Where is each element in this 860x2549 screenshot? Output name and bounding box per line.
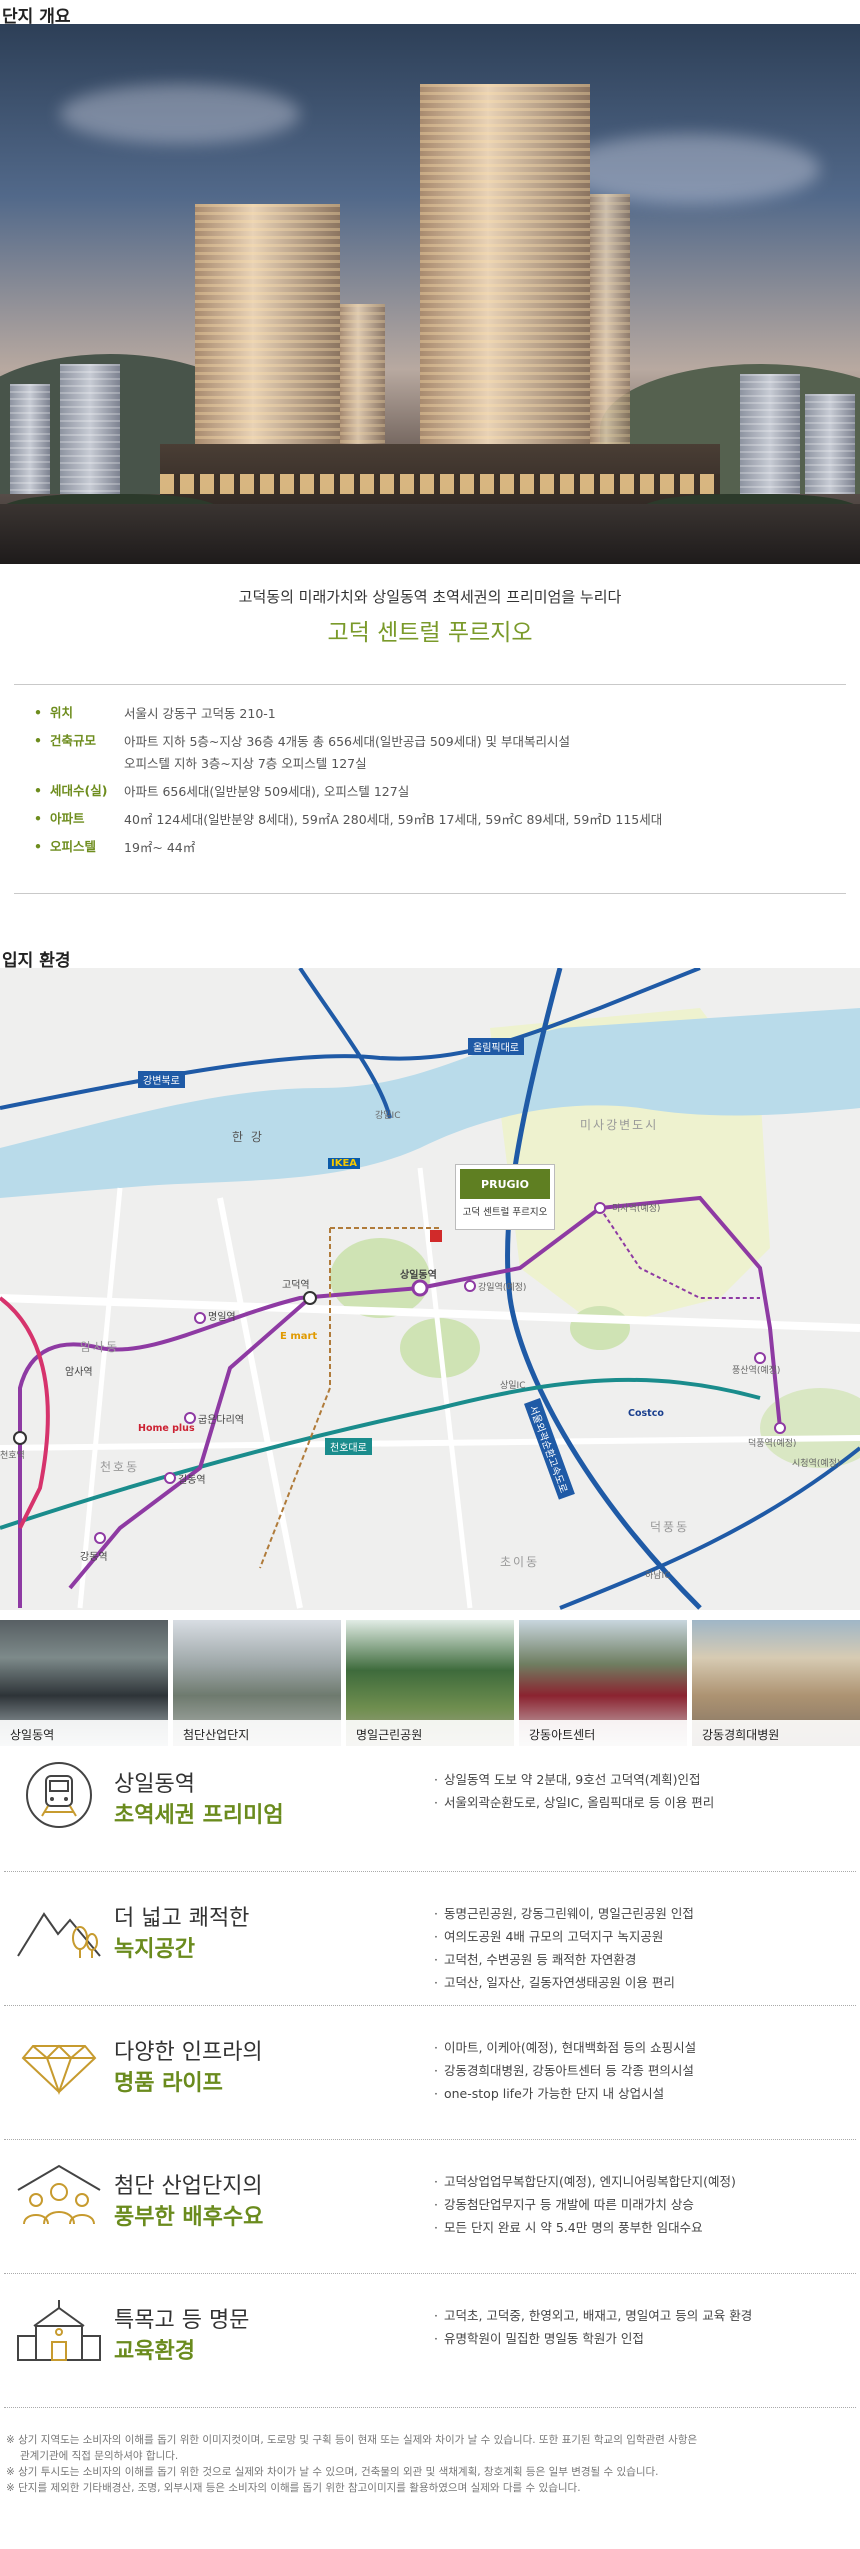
- area-label: 암사동: [80, 1340, 120, 1354]
- road-label: 올림픽대로: [468, 1038, 524, 1055]
- feature-infra: 다양한 인프라의 명품 라이프 이마트, 이케아(예정), 현대백화점 등의 쇼…: [4, 2028, 856, 2140]
- overview-subtitle: 고덕동의 미래가치와 상일동역 초역세권의 프리미엄을 누리다: [238, 588, 622, 606]
- road-label: 천호대로: [325, 1438, 372, 1455]
- info-row-apartment: 아파트 40㎡ 124세대(일반분양 8세대), 59㎡A 280세대, 59㎡…: [34, 809, 826, 831]
- brand-label: Costco: [628, 1408, 664, 1419]
- prugio-logo: PRUGIO: [460, 1169, 550, 1199]
- project-marker-card: PRUGIO 고덕 센트럴 푸르지오: [455, 1164, 555, 1230]
- station-label: 천호역: [0, 1451, 25, 1461]
- project-title: 고덕 센트럴 푸르지오: [327, 620, 533, 646]
- station-label: 강일역(예정): [478, 1283, 527, 1293]
- station-label: 암사역: [65, 1367, 93, 1378]
- disclaimer-notes: ※ 상기 지역도는 소비자의 이해를 돕기 위한 이미지컷이며, 도로망 및 구…: [6, 2434, 698, 2494]
- brand-label: Home plus: [138, 1423, 195, 1434]
- info-row-units: 세대수(실) 아파트 656세대(일반분양 509세대), 오피스텔 127실: [34, 781, 826, 803]
- train-icon: [4, 1760, 114, 1846]
- station-label: 미사역(예정): [612, 1204, 661, 1214]
- station-label: 상일동역: [400, 1270, 437, 1281]
- station-label: 강동역: [80, 1552, 108, 1563]
- station-label: 고덕역: [282, 1280, 310, 1291]
- feature-transit: 상일동역 초역세권 프리미엄 상일동역 도보 약 2분대, 9호선 고덕역(계획…: [4, 1760, 856, 1872]
- brand-label: E mart: [280, 1331, 318, 1342]
- area-label: 덕풍동: [650, 1520, 690, 1534]
- overview-info-table: 위치 서울시 강동구 고덕동 210-1 건축규모 아파트 지하 5층~지상 3…: [14, 684, 846, 894]
- info-row-scale: 건축규모 아파트 지하 5층~지상 36층 4개동 총 656세대(일반공급 5…: [34, 731, 826, 775]
- diamond-icon: [4, 2028, 114, 2114]
- feature-education: 특목고 등 명문 교육환경 고덕초, 고덕중, 한영외고, 배재고, 명일여고 …: [4, 2296, 856, 2408]
- ic-label: 상일IC: [500, 1381, 526, 1391]
- photo-park: 명일근린공원: [346, 1620, 514, 1746]
- location-map: 강변북로 올림픽대로 천호대로 서울외곽순환고속도로 한 강 PRUGIO 고덕…: [0, 968, 860, 1610]
- feature-green: 더 넓고 쾌적한 녹지공간 동명근린공원, 강동그린웨이, 명일근린공원 인접 …: [4, 1894, 856, 2006]
- photo-art-center: 강동아트센터: [519, 1620, 687, 1746]
- road-label: 강변북로: [138, 1071, 185, 1088]
- hero-rendering: [0, 24, 860, 564]
- info-row-officetel: 오피스텔 19㎡~ 44㎡: [34, 837, 826, 859]
- photo-sangil-station: 상일동역: [0, 1620, 168, 1746]
- area-label: 미사강변도시: [580, 1118, 659, 1132]
- station-label: 시청역(예정): [792, 1459, 841, 1469]
- ic-label: 하남IC: [645, 1571, 671, 1581]
- station-label: 풍산역(예정): [732, 1366, 781, 1376]
- nearby-photos: 상일동역 첨단산업단지 명일근린공원 강동아트센터 강동경희대병원: [0, 1610, 860, 1746]
- river-label: 한 강: [232, 1130, 264, 1144]
- people-icon: [4, 2162, 114, 2248]
- station-label: 굽은다리역: [198, 1415, 244, 1426]
- station-label: 덕풍역(예정): [748, 1439, 797, 1449]
- overview-section-title: 단지 개요: [2, 7, 71, 27]
- school-icon: [4, 2296, 114, 2382]
- map-drawing: [0, 968, 860, 1610]
- feature-demand: 첨단 산업단지의 풍부한 배후수요 고덕상업업무복합단지(예정), 엔지니어링복…: [4, 2162, 856, 2274]
- mountain-tree-icon: [4, 1894, 114, 1980]
- location-section-title: 입지 환경: [2, 951, 71, 971]
- photo-industrial-complex: 첨단산업단지: [173, 1620, 341, 1746]
- station-label: 길동역: [178, 1475, 206, 1486]
- ic-label: 강일IC: [375, 1111, 401, 1121]
- area-label: 초이동: [500, 1555, 540, 1569]
- photo-hospital: 강동경희대병원: [692, 1620, 860, 1746]
- brand-label: IKEA: [328, 1158, 361, 1169]
- area-label: 천호동: [100, 1460, 140, 1474]
- station-label: 명일역: [208, 1312, 236, 1323]
- info-row-location: 위치 서울시 강동구 고덕동 210-1: [34, 703, 826, 725]
